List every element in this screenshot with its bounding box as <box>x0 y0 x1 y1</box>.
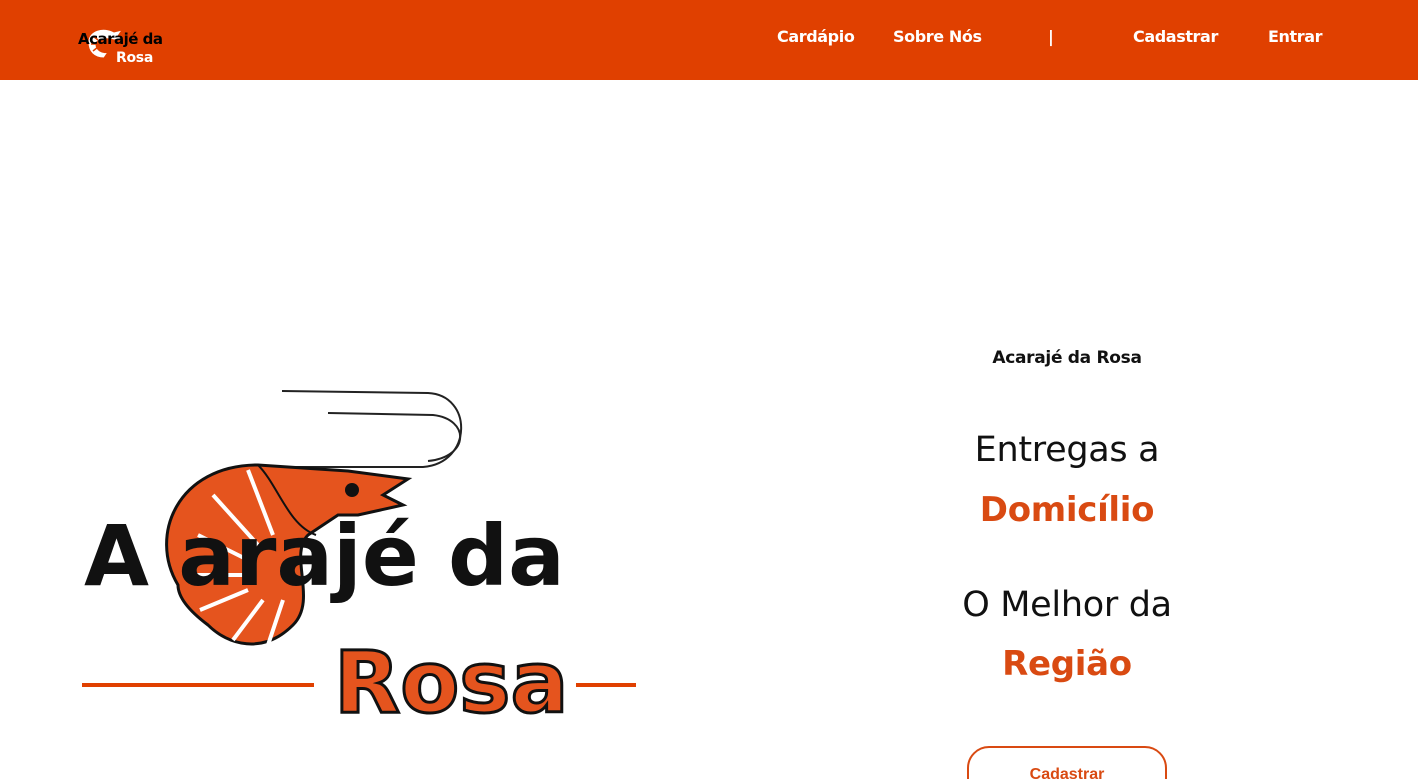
nav-cadastrar[interactable]: Cadastrar <box>1133 27 1218 46</box>
shrimp-antenna <box>327 412 462 462</box>
nav-separator: | <box>1048 27 1054 46</box>
nav-cardapio[interactable]: Cardápio <box>777 27 855 46</box>
brand-text-line1: Acarajé da <box>78 30 163 48</box>
hero-small-title: Acarajé da Rosa <box>992 348 1142 368</box>
top-navbar: Acarajé da Rosa Cardápio Sobre Nós | Cad… <box>0 0 1418 80</box>
brand-text-line2: Rosa <box>116 50 153 66</box>
hero-logo-art: A arajé da Rosa <box>82 390 636 725</box>
hero-line1-accent: Domicílio <box>979 490 1155 530</box>
hero-line2-accent: Região <box>1002 644 1132 684</box>
nav-entrar[interactable]: Entrar <box>1268 27 1323 46</box>
shrimp-antenna <box>268 390 463 468</box>
hero-logo-line1: A arajé da <box>84 507 565 605</box>
hero-logo-line2: Rosa <box>334 633 569 725</box>
hero-line1: Entregas a <box>974 430 1160 470</box>
brand-logo[interactable]: Acarajé da Rosa <box>74 16 170 70</box>
hero-logo: A arajé da Rosa <box>78 385 648 725</box>
nav-sobre-nos[interactable]: Sobre Nós <box>893 27 982 46</box>
hero-line2: O Melhor da <box>962 585 1172 625</box>
register-button[interactable]: Cadastrar <box>967 746 1167 779</box>
